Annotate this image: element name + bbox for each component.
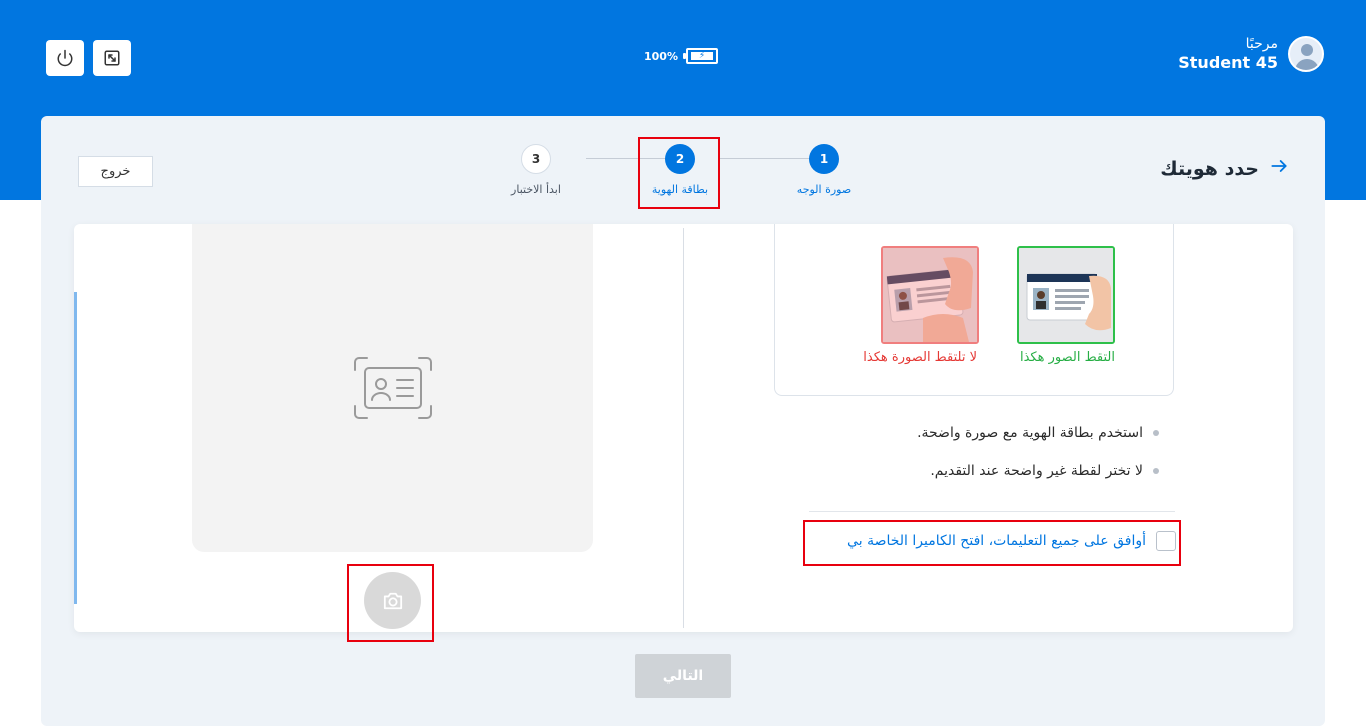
step-start-test: 3 ابدأ الاختبار — [491, 144, 581, 196]
good-example-label: التقط الصور هكذا — [1020, 350, 1115, 365]
agree-checkbox[interactable] — [1156, 531, 1176, 551]
vertical-divider — [683, 228, 684, 628]
horizontal-divider — [809, 511, 1175, 512]
bullet-icon — [1153, 430, 1159, 436]
next-button[interactable]: التالي — [635, 654, 731, 698]
stepper: 1 صورة الوجه 2 بطاقة الهوية 3 ابدأ الاخت… — [507, 144, 867, 204]
step-id-card: 2 بطاقة الهوية — [635, 144, 725, 196]
avatar[interactable] — [1288, 36, 1324, 72]
arrow-right-icon[interactable] — [1269, 156, 1289, 181]
list-item: استخدم بطاقة الهوية مع صورة واضحة. — [917, 414, 1159, 452]
list-item: لا تختر لقطة غير واضحة عند التقديم. — [917, 452, 1159, 490]
step-label: ابدأ الاختبار — [511, 183, 561, 196]
expand-icon — [104, 50, 120, 66]
instructions-list: استخدم بطاقة الهوية مع صورة واضحة. لا تخ… — [917, 414, 1159, 490]
bad-example-image — [881, 246, 979, 344]
power-icon — [57, 49, 73, 67]
page-title: حدد هويتك — [1160, 157, 1259, 180]
step-label: بطاقة الهوية — [651, 183, 709, 196]
fullscreen-button[interactable] — [93, 40, 131, 76]
battery-indicator: 100% ⚡ — [644, 48, 718, 64]
capture-button[interactable] — [364, 572, 421, 629]
instruction-text: لا تختر لقطة غير واضحة عند التقديم. — [930, 463, 1143, 479]
scrollbar[interactable] — [74, 292, 77, 604]
user-info: مرحبًا Student 45 — [1178, 36, 1324, 72]
agree-row[interactable]: أوافق على جميع التعليمات، افتح الكاميرا … — [847, 531, 1176, 551]
example-photos: التقط الصور هكذا لا تلتقط الصورة هكذا — [774, 224, 1174, 396]
main-card: حدد هويتك خروج 1 صورة الوجه 2 بطاقة الهو… — [41, 116, 1325, 726]
step-number: 2 — [665, 144, 695, 174]
agree-label[interactable]: أوافق على جميع التعليمات، افتح الكاميرا … — [847, 533, 1146, 549]
page-header: حدد هويتك — [1160, 156, 1289, 181]
camera-icon — [383, 592, 402, 609]
good-example-image — [1017, 246, 1115, 344]
username: Student 45 — [1178, 52, 1278, 72]
exit-button[interactable]: خروج — [78, 156, 153, 187]
content-panel: التقط الصور هكذا لا تلتقط الصورة هكذا اس… — [74, 224, 1293, 632]
power-button[interactable] — [46, 40, 84, 76]
step-number: 3 — [521, 144, 551, 174]
step-label: صورة الوجه — [796, 183, 852, 196]
greeting: مرحبًا — [1245, 36, 1278, 52]
bad-example-label: لا تلتقط الصورة هكذا — [863, 350, 977, 365]
battery-percent: 100% — [644, 49, 678, 63]
camera-preview — [192, 224, 593, 552]
step-face-photo: 1 صورة الوجه — [779, 144, 869, 196]
battery-icon: ⚡ — [682, 48, 718, 64]
step-number: 1 — [809, 144, 839, 174]
bullet-icon — [1153, 468, 1159, 474]
instruction-text: استخدم بطاقة الهوية مع صورة واضحة. — [917, 425, 1143, 441]
id-card-icon — [353, 357, 432, 419]
